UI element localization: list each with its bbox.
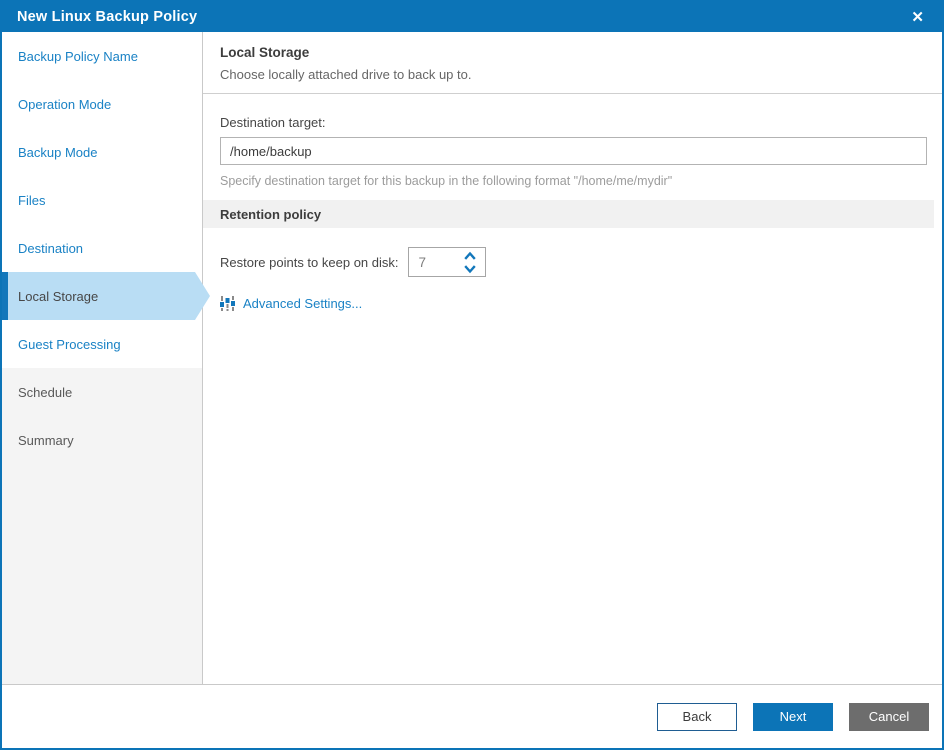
back-button[interactable]: Back — [657, 702, 737, 731]
retention-policy-title: Retention policy — [220, 206, 322, 222]
destination-format-hint: Specify destination target for this back… — [220, 174, 673, 188]
sidebar-item-local-storage[interactable]: Local Storage — [2, 272, 210, 320]
step-label: Files — [18, 192, 46, 208]
advanced-settings-link[interactable]: Advanced Settings... — [243, 296, 362, 311]
chevron-up-icon[interactable] — [463, 250, 477, 262]
main-area: Backup Policy Name Operation Mode Backup… — [2, 32, 942, 684]
sidebar-item-backup-policy-name[interactable]: Backup Policy Name — [2, 32, 202, 80]
sidebar-item-schedule: Schedule — [2, 368, 202, 416]
sidebar-item-destination[interactable]: Destination — [2, 224, 202, 272]
close-icon[interactable]: ✕ — [907, 8, 928, 27]
restore-points-input[interactable] — [408, 254, 453, 270]
sidebar-item-backup-mode[interactable]: Backup Mode — [2, 128, 202, 176]
step-label: Local Storage — [18, 288, 99, 304]
step-label: Backup Policy Name — [18, 48, 138, 64]
sidebar-item-guest-processing[interactable]: Guest Processing — [2, 320, 202, 368]
restore-points-stepper[interactable] — [407, 247, 486, 277]
cancel-button[interactable]: Cancel — [849, 702, 929, 731]
sidebar-item-files[interactable]: Files — [2, 176, 202, 224]
sliders-icon — [220, 296, 235, 311]
step-label: Destination — [18, 240, 84, 256]
retention-policy-section-header: Retention policy — [203, 200, 934, 228]
header-divider — [203, 93, 942, 94]
advanced-settings-row: Advanced Settings... — [220, 296, 942, 311]
step-label: Schedule — [18, 384, 73, 400]
page-title: Local Storage — [220, 45, 310, 60]
footer-bar: Back Next Cancel — [2, 684, 942, 748]
chevron-down-icon[interactable] — [463, 263, 477, 275]
stepper-arrows — [463, 250, 477, 275]
next-button[interactable]: Next — [753, 702, 833, 731]
step-label: Backup Mode — [18, 144, 98, 160]
window-title: New Linux Backup Policy — [17, 9, 198, 25]
title-bar: New Linux Backup Policy ✕ — [2, 2, 942, 32]
restore-points-row: Restore points to keep on disk: — [220, 247, 942, 277]
page-subtitle: Choose locally attached drive to back up… — [220, 67, 472, 82]
step-label: Operation Mode — [18, 96, 112, 112]
step-label: Guest Processing — [18, 336, 121, 352]
destination-target-label: Destination target: — [220, 115, 326, 130]
sidebar-item-summary: Summary — [2, 416, 202, 464]
sidebar-item-operation-mode[interactable]: Operation Mode — [2, 80, 202, 128]
destination-target-input[interactable] — [220, 137, 927, 165]
restore-points-label: Restore points to keep on disk: — [220, 254, 399, 270]
wizard-steps-sidebar: Backup Policy Name Operation Mode Backup… — [2, 32, 210, 684]
page-header: Local Storage Choose locally attached dr… — [203, 45, 942, 82]
step-label: Summary — [18, 432, 74, 448]
step-content: Local Storage Choose locally attached dr… — [203, 32, 942, 684]
new-linux-backup-policy-dialog: New Linux Backup Policy ✕ Backup Policy … — [0, 0, 944, 750]
sidebar-filler — [2, 464, 202, 684]
